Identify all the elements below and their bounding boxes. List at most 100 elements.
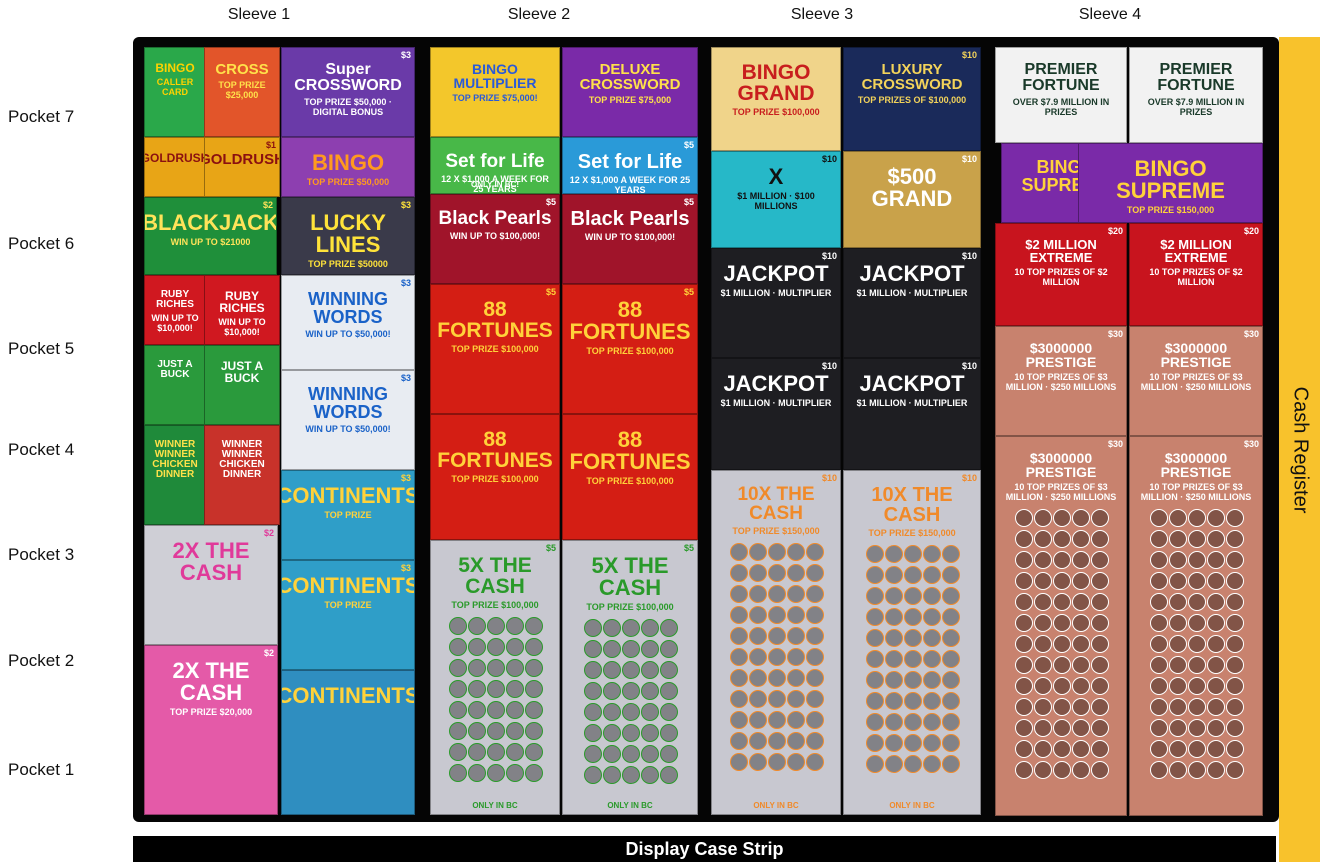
symbol-spot [641, 723, 659, 742]
symbol-spot [1226, 760, 1244, 779]
ticket-subtitle: $1 MILLION · $100 MILLIONS [737, 191, 815, 211]
ticket-price: $10 [961, 154, 977, 164]
symbol-spot [1053, 550, 1071, 569]
symbol-spot [1226, 592, 1244, 611]
symbol-spot [506, 616, 524, 635]
symbol-spot [1207, 655, 1225, 674]
ticket-subtitle: 10 TOP PRIZES OF $2 MILLION [1149, 267, 1243, 287]
symbol-spot [923, 628, 941, 647]
symbol-spot [1072, 655, 1090, 674]
symbol-spot [923, 649, 941, 668]
symbol-spot [1188, 508, 1206, 527]
ticket-subtitle: 10 TOP PRIZES OF $3 MILLION · $250 MILLI… [1140, 482, 1252, 502]
symbol-spot [1072, 697, 1090, 716]
symbol-spot [449, 679, 467, 698]
symbol-spot [904, 754, 922, 773]
symbol-spot [885, 628, 903, 647]
symbol-spot [885, 754, 903, 773]
symbol-spot [1072, 550, 1090, 569]
ticket-price: $10 [821, 154, 837, 164]
ticket-name: JUST A BUCK [220, 359, 264, 385]
scratch-ticket: $10 JACKPOT $1 MILLION · MULTIPLIER [711, 248, 841, 358]
symbol-spot [622, 765, 640, 784]
ticket-price: $10 [821, 473, 837, 483]
scratch-ticket: $3 CONTINENTS TOP PRIZE [281, 560, 415, 670]
ticket-subtitle: TOP PRIZES OF $100,000 [857, 95, 967, 105]
symbol-spot [1169, 550, 1187, 569]
ticket-price: $3 [400, 473, 411, 483]
symbol-spot [904, 733, 922, 752]
ticket-name: JACKPOT [723, 371, 829, 396]
symbol-spot [1091, 760, 1109, 779]
scratch-ticket: $5 88 FORTUNES TOP PRIZE $100,000 [562, 284, 698, 414]
scratch-ticket: PREMIER FORTUNE OVER $7.9 MILLION IN PRIZ… [1129, 47, 1263, 143]
symbol-spot [1053, 697, 1071, 716]
ticket-name: 88 FORTUNES [569, 297, 691, 344]
symbol-spot [603, 618, 621, 637]
symbol-spot [923, 670, 941, 689]
symbol-spot [449, 637, 467, 656]
scratch-ticket: $5 Black Pearls WIN UP TO $100,000! [430, 194, 560, 284]
ticket-subtitle: WIN UP TO $50,000! [305, 329, 391, 339]
symbol-spot [904, 607, 922, 626]
scratch-ticket: $5 Set for Life 12 X $1,000 A WEEK FOR 25 … [562, 137, 698, 194]
symbol-spot [1034, 592, 1052, 611]
ticket-name: Black Pearls [438, 208, 552, 229]
scratch-ticket: $10 10X THE CASH TOP PRIZE $150,000 ONLY IN… [843, 470, 981, 815]
ticket-name: WINNING WORDS [308, 289, 388, 327]
cash-register-label: Cash Register [1289, 386, 1311, 513]
ticket-subtitle: TOP PRIZE $100,000 [586, 346, 674, 356]
symbol-spot [1150, 697, 1168, 716]
symbol-spot [1053, 571, 1071, 590]
symbol-spot [660, 681, 678, 700]
symbol-spot [641, 702, 659, 721]
pocket-label-6: Pocket 6 [8, 234, 75, 253]
ticket-name: BINGO SUPREME [1116, 156, 1225, 203]
symbol-spot [468, 763, 486, 782]
symbol-spot [1053, 613, 1071, 632]
symbol-spot [1207, 697, 1225, 716]
symbol-spot [1150, 508, 1168, 527]
symbol-spot [1053, 760, 1071, 779]
ticket-name: 5X THE CASH [591, 553, 669, 600]
ticket-subtitle: TOP PRIZE $150,000 [1126, 205, 1215, 215]
ticket-name: 2X THE CASH [172, 658, 250, 705]
symbol-spot [660, 744, 678, 763]
symbol-spot [487, 616, 505, 635]
ticket-name: BINGO [311, 150, 385, 175]
symbol-spot [904, 691, 922, 710]
scratch-ticket: $2 2X THE CASH [144, 525, 278, 645]
symbol-spot [923, 607, 941, 626]
ticket-subtitle: $1 MILLION · MULTIPLIER [856, 288, 968, 298]
symbol-spot [942, 754, 960, 773]
symbol-spot [923, 544, 941, 563]
scratch-ticket: DELUXE CROSSWORD TOP PRIZE $75,000 [562, 47, 698, 137]
symbol-spot [1015, 529, 1033, 548]
symbol-spot [768, 605, 786, 624]
symbol-spot [1207, 613, 1225, 632]
symbol-spot [1169, 760, 1187, 779]
symbol-spot [923, 565, 941, 584]
scratch-ticket: $3 LUCKY LINES TOP PRIZE $50000 [281, 197, 415, 275]
symbol-spot [1207, 550, 1225, 569]
symbol-spot [866, 712, 884, 731]
symbol-spot [1207, 718, 1225, 737]
symbol-spot [1072, 592, 1090, 611]
scratch-ticket: $30 $3000000 PRESTIGE 10 TOP PRIZES OF $3 … [995, 436, 1127, 816]
symbol-spot [1034, 634, 1052, 653]
symbol-spot [1169, 655, 1187, 674]
ticket-price: $3 [400, 563, 411, 573]
symbol-spot [866, 649, 884, 668]
symbol-spot [622, 639, 640, 658]
ticket-name: GOLDRUSH [144, 151, 206, 165]
symbol-spot [730, 647, 748, 666]
symbol-spot [622, 660, 640, 679]
ticket-subtitle: TOP PRIZE [324, 510, 372, 520]
symbol-spot [468, 637, 486, 656]
ticket-subtitle: OVER $7.9 MILLION IN PRIZES [1012, 97, 1110, 117]
ticket-price: $30 [1243, 439, 1259, 449]
ticket-subtitle: $1 MILLION · MULTIPLIER [720, 398, 832, 408]
ticket-price: $30 [1243, 329, 1259, 339]
symbol-spot [622, 744, 640, 763]
scratch-ticket: $30 $3000000 PRESTIGE 10 TOP PRIZES OF $3 … [995, 326, 1127, 436]
